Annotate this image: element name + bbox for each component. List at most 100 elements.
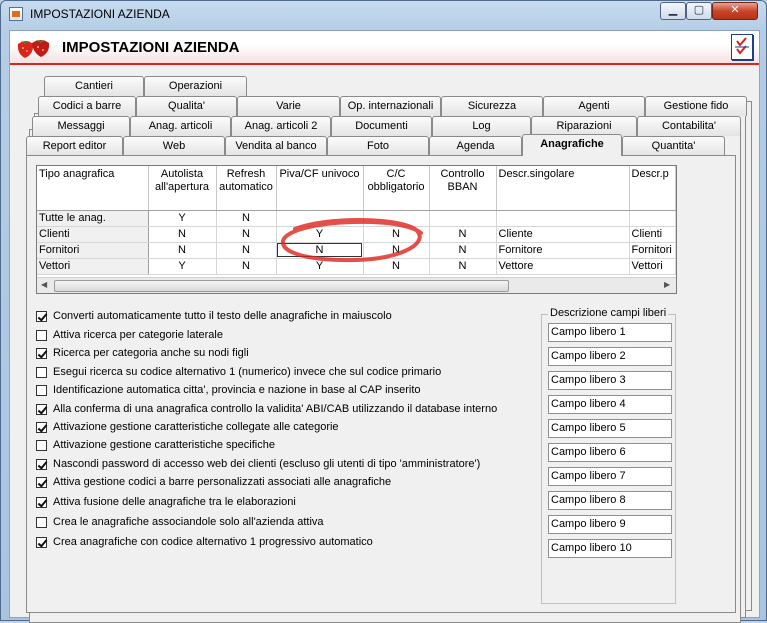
tab-qualita[interactable]: Qualita' (136, 96, 237, 116)
tab-agenti[interactable]: Agenti (543, 96, 645, 116)
tab-foto[interactable]: Foto (327, 136, 429, 156)
col-header-controllo-bban[interactable]: Controllo BBAN (429, 166, 497, 211)
option-label[interactable]: Alla conferma di una anagrafica controll… (53, 403, 497, 415)
free-field-4[interactable]: Campo libero 4 (548, 395, 672, 414)
tab-report-editor[interactable]: Report editor (26, 136, 123, 156)
tab-log[interactable]: Log (432, 116, 531, 136)
tab-cantieri[interactable]: Cantieri (44, 76, 144, 96)
tab-riparazioni[interactable]: Riparazioni (531, 116, 637, 136)
tab-op-internazionali[interactable]: Op. internazionali (340, 96, 441, 116)
tab-anag-articoli[interactable]: Anag. articoli (130, 116, 231, 136)
tab-varie[interactable]: Varie (237, 96, 340, 116)
option-checkbox[interactable] (36, 348, 47, 359)
free-field-9[interactable]: Campo libero 9 (548, 515, 672, 534)
option-checkbox[interactable] (36, 367, 47, 378)
col-header-descr-singolare[interactable]: Descr.singolare (496, 166, 630, 211)
col-header-refresh[interactable]: Refresh automatico (216, 166, 277, 211)
tab-contabilita[interactable]: Contabilita' (637, 116, 741, 136)
option-label[interactable]: Identificazione automatica citta', provi… (53, 384, 421, 396)
grid-cell[interactable]: N (429, 258, 497, 275)
option-checkbox[interactable] (36, 440, 47, 451)
option-label[interactable]: Attiva ricerca per categorie laterale (53, 329, 223, 341)
close-button[interactable]: ✕ (712, 2, 758, 20)
option-checkbox[interactable] (36, 517, 47, 528)
tab-gestione-fido[interactable]: Gestione fido (645, 96, 747, 116)
maximize-button[interactable]: ▢ (686, 2, 712, 20)
option-label[interactable]: Attiva gestione codici a barre personali… (53, 476, 391, 488)
tab-codici-a-barre[interactable]: Codici a barre (38, 96, 136, 116)
grid-cell[interactable] (363, 210, 430, 227)
col-header-autolista[interactable]: Autolista all'apertura (148, 166, 217, 211)
grid-cell[interactable] (429, 210, 497, 227)
grid-cell[interactable]: Fornitori (37, 242, 149, 259)
grid-cell[interactable]: N (363, 242, 430, 259)
option-checkbox[interactable] (36, 459, 47, 470)
grid-cell[interactable] (629, 210, 676, 227)
grid-cell[interactable] (276, 210, 364, 227)
col-header-piva-cf[interactable]: Piva/CF univoco (276, 166, 364, 211)
option-label[interactable]: Esegui ricerca su codice alternativo 1 (… (53, 366, 441, 378)
table-row[interactable]: Clienti N N Y N N Cliente Clienti (37, 226, 676, 243)
option-label[interactable]: Attiva fusione delle anagrafiche tra le … (53, 496, 296, 508)
grid-cell[interactable]: Vettori (629, 258, 676, 275)
grid-cell[interactable]: Fornitore (496, 242, 630, 259)
grid-cell[interactable]: N (429, 242, 497, 259)
grid-cell[interactable]: Clienti (629, 226, 676, 243)
tab-anag-articoli-2[interactable]: Anag. articoli 2 (231, 116, 331, 136)
grid-cell[interactable]: N (216, 226, 277, 243)
option-label[interactable]: Nascondi password di accesso web dei cli… (53, 458, 480, 470)
scroll-right-icon[interactable]: ▶ (664, 280, 670, 289)
table-row[interactable]: Fornitori N N N N N Fornitore Fornitori (37, 242, 676, 259)
grid-cell[interactable]: Y (148, 210, 217, 227)
option-checkbox[interactable] (36, 404, 47, 415)
grid-cell[interactable]: Y (276, 226, 364, 243)
free-field-6[interactable]: Campo libero 6 (548, 443, 672, 462)
free-field-2[interactable]: Campo libero 2 (548, 347, 672, 366)
grid-cell[interactable]: Clienti (37, 226, 149, 243)
free-field-1[interactable]: Campo libero 1 (548, 323, 672, 342)
grid-cell[interactable]: N (216, 242, 277, 259)
option-checkbox[interactable] (36, 497, 47, 508)
tab-messaggi[interactable]: Messaggi (32, 116, 130, 136)
grid-cell[interactable] (496, 210, 630, 227)
col-header-cc-obbligatorio[interactable]: C/C obbligatorio (363, 166, 430, 211)
tab-anagrafiche[interactable]: Anagrafiche (522, 134, 622, 156)
grid-cell[interactable]: Vettori (37, 258, 149, 275)
horizontal-scroll-thumb[interactable] (54, 280, 509, 292)
grid-cell[interactable]: N (216, 258, 277, 275)
grid-cell-editing[interactable]: N (276, 242, 364, 259)
grid-cell[interactable]: Y (148, 258, 217, 275)
option-checkbox[interactable] (36, 422, 47, 433)
tab-documenti[interactable]: Documenti (331, 116, 432, 136)
tab-vendita-al-banco[interactable]: Vendita al banco (225, 136, 327, 156)
option-label[interactable]: Ricerca per categoria anche su nodi figl… (53, 347, 249, 359)
grid-cell[interactable]: N (148, 226, 217, 243)
free-field-10[interactable]: Campo libero 10 (548, 539, 672, 558)
table-row[interactable]: Vettori Y N Y N N Vettore Vettori (37, 258, 676, 275)
tab-web[interactable]: Web (123, 136, 225, 156)
scroll-left-icon[interactable]: ◀ (41, 280, 47, 289)
option-label[interactable]: Converti automaticamente tutto il testo … (53, 310, 392, 322)
grid-cell[interactable]: Vettore (496, 258, 630, 275)
grid-cell[interactable]: Cliente (496, 226, 630, 243)
grid-cell[interactable]: N (363, 226, 430, 243)
option-checkbox[interactable] (36, 385, 47, 396)
minimize-button[interactable]: ▁ (660, 2, 686, 20)
anagrafiche-grid[interactable]: Tipo anagrafica Autolista all'apertura R… (36, 165, 677, 294)
grid-cell[interactable]: Tutte le anag. (37, 210, 149, 227)
tab-sicurezza[interactable]: Sicurezza (441, 96, 543, 116)
free-field-7[interactable]: Campo libero 7 (548, 467, 672, 486)
free-field-8[interactable]: Campo libero 8 (548, 491, 672, 510)
tab-operazioni[interactable]: Operazioni (144, 76, 247, 96)
option-checkbox[interactable] (36, 537, 47, 548)
tab-quantita[interactable]: Quantita' (622, 136, 725, 156)
option-label[interactable]: Crea le anagrafiche associandole solo al… (53, 516, 324, 528)
free-field-5[interactable]: Campo libero 5 (548, 419, 672, 438)
checklist-icon[interactable] (731, 34, 753, 60)
col-header-descr-plurale[interactable]: Descr.p (629, 166, 676, 211)
col-header-tipo-anagrafica[interactable]: Tipo anagrafica (37, 166, 149, 211)
table-row[interactable]: Tutte le anag. Y N (37, 210, 676, 227)
option-label[interactable]: Attivazione gestione caratteristiche spe… (53, 439, 275, 451)
free-field-3[interactable]: Campo libero 3 (548, 371, 672, 390)
grid-cell[interactable]: N (429, 226, 497, 243)
